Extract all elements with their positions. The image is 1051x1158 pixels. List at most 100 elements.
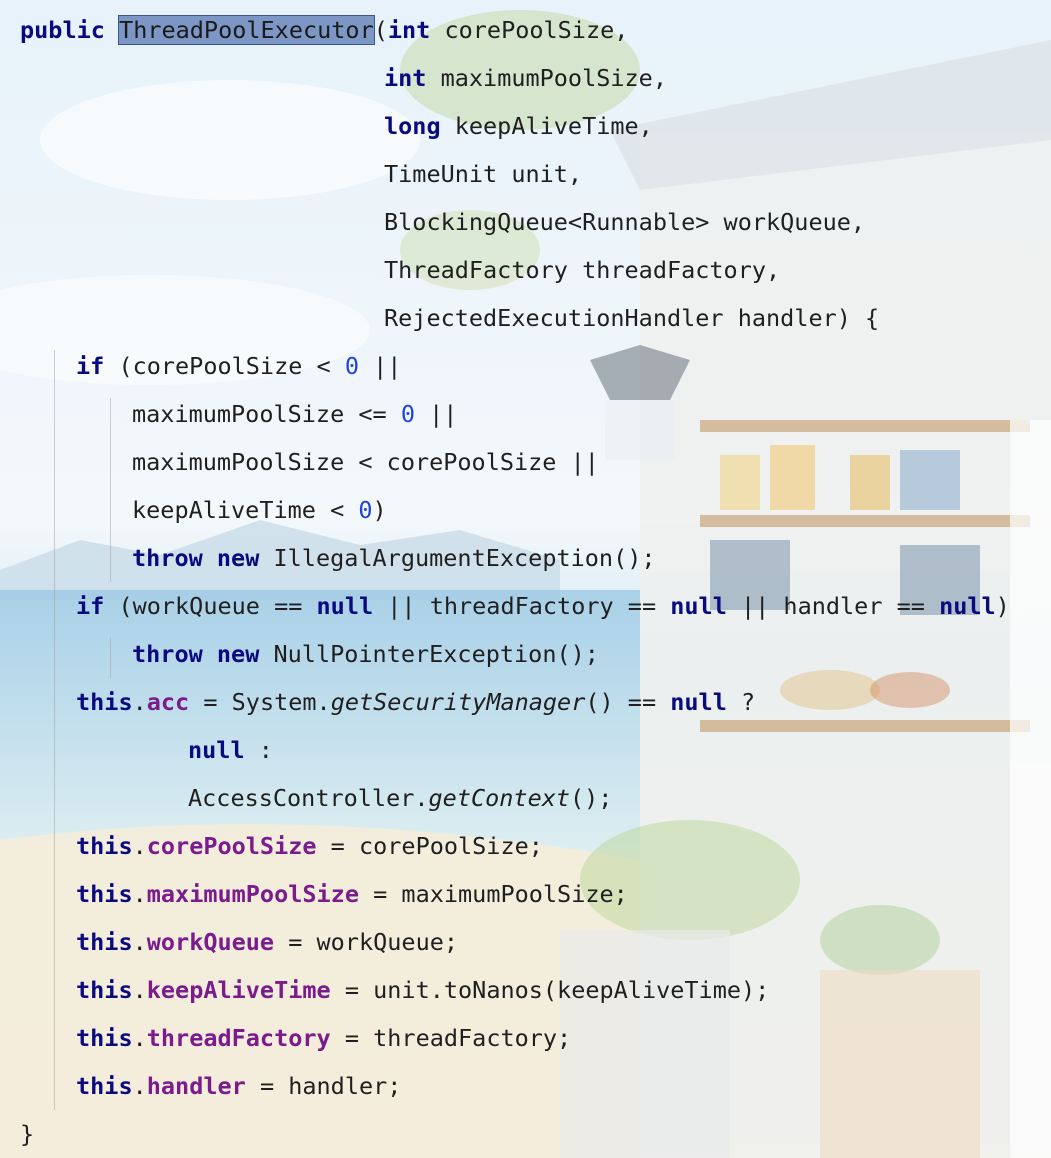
keyword-token: null	[670, 688, 727, 716]
code-token: (corePoolSize <	[104, 352, 345, 380]
code-token: = System.	[189, 688, 331, 716]
keyword-token: this	[76, 928, 133, 956]
code-line[interactable]: }	[20, 1114, 34, 1154]
code-token: }	[20, 1120, 35, 1148]
field-token: corePoolSize	[146, 832, 317, 860]
keyword-token: new	[216, 544, 260, 572]
code-token: ||	[414, 400, 458, 428]
keyword-token: if	[76, 352, 105, 380]
code-line[interactable]: throw new NullPointerException();	[132, 634, 599, 674]
keyword-token: this	[76, 832, 133, 860]
keyword-token: new	[216, 640, 260, 668]
keyword-token: this	[76, 1024, 133, 1052]
code-token: = maximumPoolSize;	[358, 880, 628, 908]
code-token: () ==	[585, 688, 671, 716]
keyword-token: null	[670, 592, 727, 620]
code-token: TimeUnit unit,	[384, 160, 583, 188]
code-line[interactable]: this.acc = System.getSecurityManager() =…	[76, 682, 755, 722]
code-token: )	[995, 592, 1010, 620]
field-token: keepAliveTime	[146, 976, 331, 1004]
field-token: threadFactory	[146, 1024, 331, 1052]
selected-identifier: ThreadPoolExecutor	[118, 15, 375, 45]
code-line[interactable]: keepAliveTime < 0)	[132, 490, 387, 530]
code-token: (workQueue ==	[104, 592, 317, 620]
number-token: 0	[400, 400, 415, 428]
field-token: maximumPoolSize	[146, 880, 359, 908]
code-line[interactable]: if (corePoolSize < 0 ||	[76, 346, 401, 386]
keyword-token: public	[20, 16, 105, 44]
code-line[interactable]: if (workQueue == null || threadFactory =…	[76, 586, 1010, 626]
code-token: AccessController.	[188, 784, 429, 812]
code-line[interactable]: this.maximumPoolSize = maximumPoolSize;	[76, 874, 628, 914]
code-token: = handler;	[245, 1072, 402, 1100]
code-line[interactable]: AccessController.getContext();	[188, 778, 612, 818]
code-token: = workQueue;	[274, 928, 459, 956]
code-token: NullPointerException();	[259, 640, 599, 668]
code-token: .	[132, 880, 147, 908]
code-token: maximumPoolSize <=	[132, 400, 401, 428]
indent-guide	[54, 350, 55, 1110]
number-token: 0	[358, 496, 373, 524]
keyword-token: throw	[132, 544, 203, 572]
field-token: handler	[146, 1072, 246, 1100]
code-line[interactable]: null :	[188, 730, 273, 770]
code-token: = threadFactory;	[330, 1024, 572, 1052]
field-token: workQueue	[146, 928, 275, 956]
code-token: ?	[726, 688, 756, 716]
code-token: keepAliveTime,	[440, 112, 653, 140]
code-line[interactable]: maximumPoolSize < corePoolSize ||	[132, 442, 599, 482]
field-token: acc	[146, 688, 190, 716]
code-token: = unit.toNanos(keepAliveTime);	[330, 976, 770, 1004]
keyword-token: int	[387, 16, 431, 44]
code-line[interactable]: maximumPoolSize <= 0 ||	[132, 394, 457, 434]
code-token: IllegalArgumentException();	[259, 544, 656, 572]
keyword-token: if	[76, 592, 105, 620]
code-token: (	[373, 16, 388, 44]
code-token: corePoolSize,	[430, 16, 629, 44]
code-line[interactable]: RejectedExecutionHandler handler) {	[384, 298, 879, 338]
code-token: .	[132, 976, 147, 1004]
code-token: || handler ==	[726, 592, 940, 620]
static-method-token: getContext	[428, 784, 571, 812]
code-token: || threadFactory ==	[373, 592, 671, 620]
code-line[interactable]: this.workQueue = workQueue;	[76, 922, 458, 962]
keyword-token: throw	[132, 640, 203, 668]
code-token: keepAliveTime <	[132, 496, 359, 524]
code-line[interactable]: this.threadFactory = threadFactory;	[76, 1018, 571, 1058]
code-line[interactable]: this.handler = handler;	[76, 1066, 401, 1106]
code-token: maximumPoolSize,	[426, 64, 667, 92]
code-line[interactable]: long keepAliveTime,	[384, 106, 653, 146]
code-token: BlockingQueue<Runnable> workQueue,	[384, 208, 866, 236]
code-line[interactable]: this.keepAliveTime = unit.toNanos(keepAl…	[76, 970, 769, 1010]
code-token: = corePoolSize;	[316, 832, 543, 860]
code-token: ||	[358, 352, 402, 380]
code-line[interactable]: throw new IllegalArgumentException();	[132, 538, 656, 578]
keyword-token: this	[76, 976, 133, 1004]
static-method-token: getSecurityManager	[330, 688, 586, 716]
code-token: .	[132, 832, 147, 860]
code-line[interactable]: ThreadFactory threadFactory,	[384, 250, 780, 290]
code-token: .	[132, 1024, 147, 1052]
indent-guide	[110, 638, 111, 678]
code-editor[interactable]: public ThreadPoolExecutor(int corePoolSi…	[0, 0, 1051, 1158]
keyword-token: null	[939, 592, 996, 620]
keyword-token: int	[384, 64, 427, 92]
code-token: .	[132, 688, 147, 716]
keyword-token: this	[76, 1072, 133, 1100]
code-line[interactable]: BlockingQueue<Runnable> workQueue,	[384, 202, 865, 242]
code-line[interactable]: this.corePoolSize = corePoolSize;	[76, 826, 543, 866]
code-line[interactable]: TimeUnit unit,	[384, 154, 582, 194]
code-token: :	[244, 736, 273, 764]
keyword-token: null	[316, 592, 374, 620]
keyword-token: this	[76, 880, 133, 908]
code-line[interactable]: public ThreadPoolExecutor(int corePoolSi…	[20, 10, 628, 50]
code-token: ThreadFactory threadFactory,	[384, 256, 781, 284]
keyword-token: long	[384, 112, 441, 140]
code-token: )	[372, 496, 387, 524]
code-token: ();	[570, 784, 613, 812]
code-line[interactable]: int maximumPoolSize,	[384, 58, 667, 98]
code-token: .	[132, 1072, 147, 1100]
indent-guide	[110, 398, 111, 582]
